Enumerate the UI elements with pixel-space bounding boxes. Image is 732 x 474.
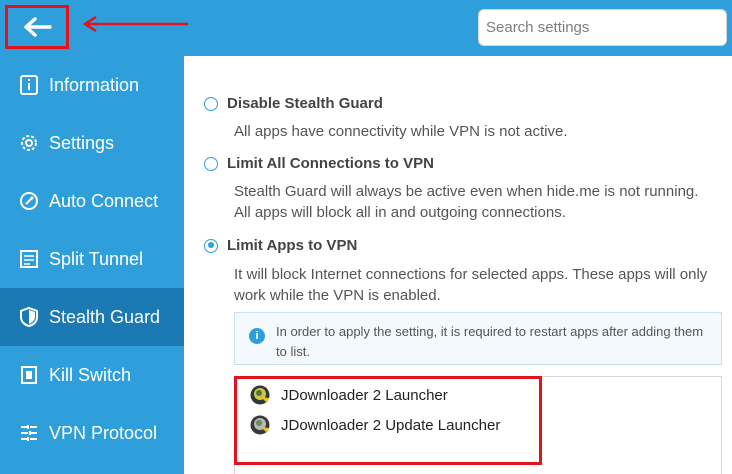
gear-icon: [18, 132, 40, 154]
option-disable-stealth-guard[interactable]: Disable Stealth Guard: [204, 95, 383, 112]
sidebar-item-label: Stealth Guard: [49, 306, 161, 327]
sidebar-item-kill-switch[interactable]: Kill Switch: [0, 346, 184, 404]
radio-button[interactable]: [204, 96, 218, 111]
sidebar: Information Settings Auto Connect Split …: [0, 56, 184, 474]
option-limit-all-connections[interactable]: Limit All Connections to VPN: [204, 155, 434, 172]
sidebar-item-settings[interactable]: Settings: [0, 114, 184, 172]
info-note-text: In order to apply the setting, it is req…: [276, 324, 704, 359]
option-description: It will block Internet connections for s…: [234, 266, 708, 304]
info-icon: [18, 74, 40, 96]
kill-switch-icon: [18, 364, 40, 386]
option-label: Disable Stealth Guard: [227, 95, 383, 112]
radio-button[interactable]: [204, 156, 218, 171]
info-circle-icon: i: [249, 328, 265, 344]
option-label: Limit Apps to VPN: [227, 237, 358, 254]
search-input[interactable]: [478, 9, 727, 46]
sidebar-item-information[interactable]: Information: [0, 56, 184, 114]
annotation-arrow: [82, 15, 188, 33]
back-button[interactable]: [5, 5, 69, 49]
sidebar-item-stealth-guard[interactable]: Stealth Guard: [0, 288, 184, 346]
sidebar-item-label: VPN Protocol: [49, 422, 158, 443]
shield-icon: [18, 306, 40, 328]
radio-button-selected[interactable]: [204, 238, 218, 253]
sidebar-item-label: Information: [49, 74, 140, 95]
sidebar-item-label: Auto Connect: [49, 190, 159, 211]
auto-connect-icon: [18, 190, 40, 212]
sidebar-item-label: Split Tunnel: [49, 248, 144, 269]
arrow-left-icon: [24, 17, 52, 37]
option-label: Limit All Connections to VPN: [227, 155, 434, 172]
top-bar: [0, 0, 732, 56]
protocol-icon: [18, 422, 40, 444]
info-note: i In order to apply the setting, it is r…: [234, 312, 722, 365]
annotation-highlight-box: [234, 376, 542, 465]
sidebar-item-auto-connect[interactable]: Auto Connect: [0, 172, 184, 230]
option-description: All apps have connectivity while VPN is …: [234, 123, 568, 140]
sidebar-item-label: Kill Switch: [49, 364, 132, 385]
sidebar-item-vpn-protocol[interactable]: VPN Protocol: [0, 404, 184, 462]
split-tunnel-icon: [18, 248, 40, 270]
option-description: Stealth Guard will always be active even…: [234, 183, 699, 221]
sidebar-item-label: Settings: [49, 132, 115, 153]
sidebar-item-split-tunnel[interactable]: Split Tunnel: [0, 230, 184, 288]
option-limit-apps[interactable]: Limit Apps to VPN: [204, 237, 357, 254]
